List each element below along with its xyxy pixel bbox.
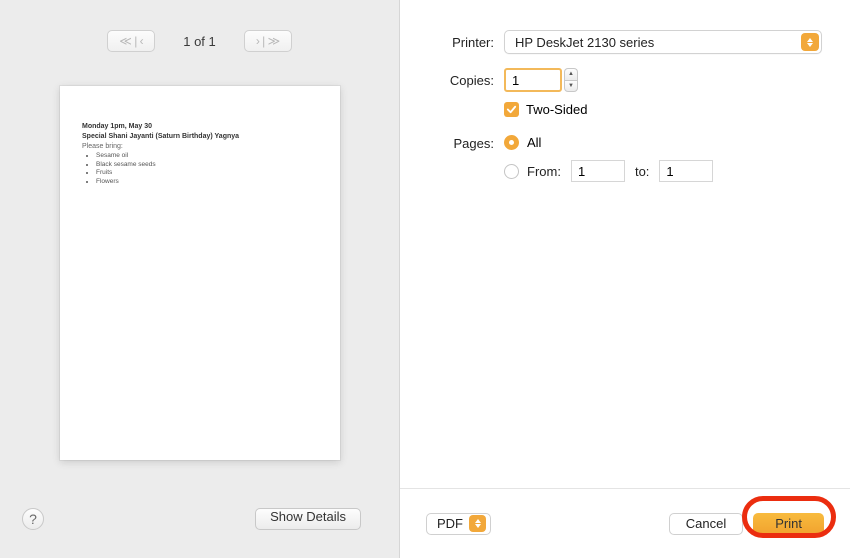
dialog-footer: PDF Cancel Print — [400, 488, 850, 558]
page-indicator: 1 of 1 — [183, 34, 216, 49]
preview-list: Sesame oil Black sesame seeds Fruits Flo… — [96, 152, 318, 186]
preview-list-item: Black sesame seeds — [96, 161, 318, 169]
preview-list-item: Fruits — [96, 169, 318, 177]
pages-all-label: All — [527, 135, 541, 150]
printer-select[interactable]: HP DeskJet 2130 series — [504, 30, 822, 54]
print-button[interactable]: Print — [753, 513, 824, 535]
page-next-last-button[interactable]: › | ≫ — [244, 30, 292, 52]
show-details-button[interactable]: Show Details — [255, 508, 361, 530]
preview-subhead: Please bring: — [82, 142, 318, 151]
help-button[interactable]: ? — [22, 508, 44, 530]
pages-label: Pages: — [400, 135, 504, 151]
preview-list-item: Sesame oil — [96, 152, 318, 160]
pages-to-input[interactable] — [659, 160, 713, 182]
preview-list-item: Flowers — [96, 178, 318, 186]
copies-label: Copies: — [400, 73, 504, 88]
preview-pane: ≪ | ‹ 1 of 1 › | ≫ Monday 1pm, May 30 Sp… — [0, 0, 400, 558]
page-nav: ≪ | ‹ 1 of 1 › | ≫ — [0, 0, 399, 52]
two-sided-row: Two-Sided — [400, 102, 822, 117]
pdf-menu-button[interactable]: PDF — [426, 513, 491, 535]
pages-all-radio[interactable] — [504, 135, 519, 150]
print-options-pane: Printer: HP DeskJet 2130 series Copies: … — [400, 0, 850, 558]
cancel-button[interactable]: Cancel — [669, 513, 743, 535]
pages-to-label: to: — [635, 164, 649, 179]
printer-row: Printer: HP DeskJet 2130 series — [400, 30, 822, 54]
copies-input[interactable] — [504, 68, 562, 92]
chevron-right-icon: › — [256, 34, 260, 48]
page-first-prev-button[interactable]: ≪ | ‹ — [107, 30, 155, 52]
preview-line2: Special Shani Jayanti (Saturn Birthday) … — [82, 132, 318, 141]
pdf-label: PDF — [437, 516, 463, 531]
chevron-left-icon: ‹ — [140, 34, 144, 48]
two-sided-checkbox[interactable] — [504, 102, 519, 117]
stepper-down-icon[interactable]: ▼ — [564, 80, 578, 93]
page-preview: Monday 1pm, May 30 Special Shani Jayanti… — [60, 86, 340, 460]
pages-from-input[interactable] — [571, 160, 625, 182]
updown-arrows-icon — [469, 515, 486, 532]
pages-range-radio[interactable] — [504, 164, 519, 179]
copies-row: Copies: ▲ ▼ — [400, 68, 822, 92]
double-chevron-right-icon: ≫ — [268, 34, 280, 48]
pages-from-label: From: — [527, 164, 561, 179]
printer-label: Printer: — [400, 35, 504, 50]
printer-value: HP DeskJet 2130 series — [515, 35, 654, 50]
updown-arrows-icon — [801, 33, 819, 51]
double-chevron-left-icon: ≪ — [119, 34, 131, 48]
preview-line1: Monday 1pm, May 30 — [82, 122, 318, 131]
pages-row: Pages: All From: to: — [400, 135, 822, 182]
copies-stepper[interactable]: ▲ ▼ — [564, 68, 578, 92]
stepper-up-icon[interactable]: ▲ — [564, 68, 578, 80]
check-icon — [506, 104, 517, 115]
help-icon: ? — [29, 511, 37, 527]
two-sided-label: Two-Sided — [526, 102, 587, 117]
